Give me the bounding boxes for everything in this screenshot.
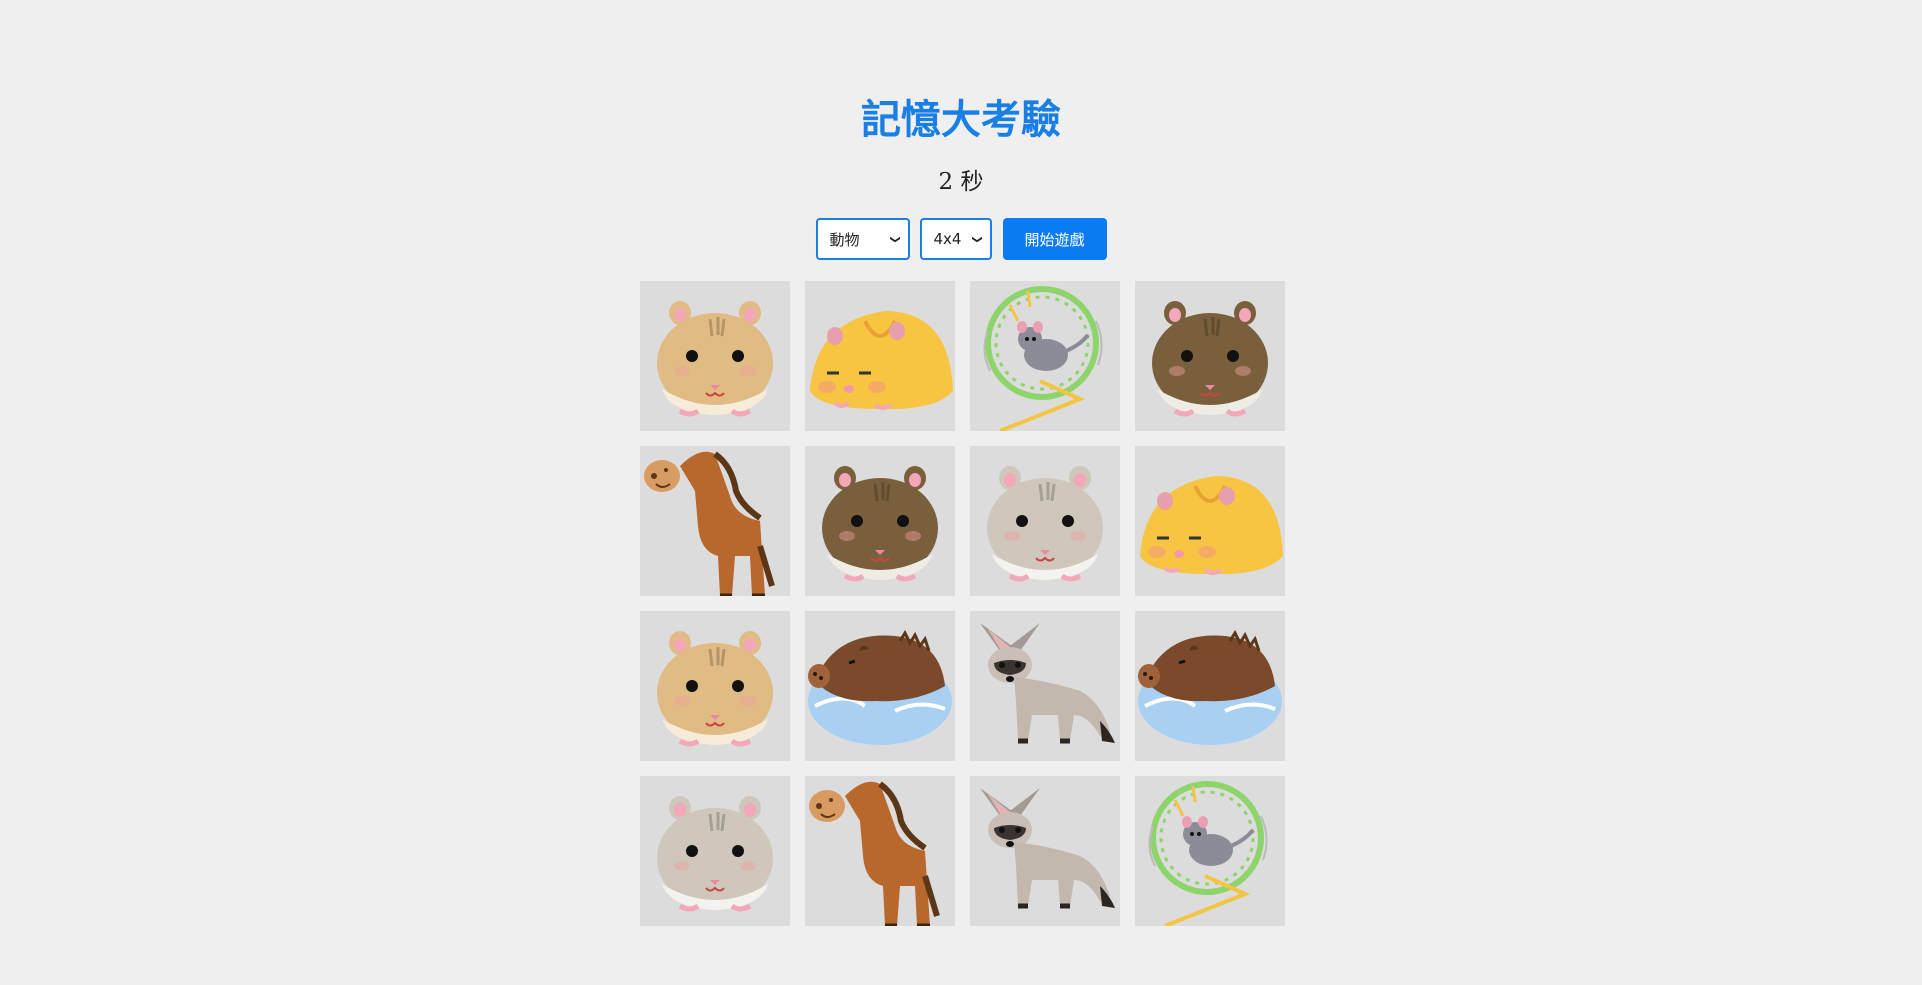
memory-card[interactable] bbox=[970, 446, 1120, 596]
memory-card[interactable] bbox=[640, 281, 790, 431]
memory-card[interactable] bbox=[970, 281, 1120, 431]
memory-card[interactable] bbox=[1135, 446, 1285, 596]
memory-card[interactable] bbox=[805, 776, 955, 926]
memory-card[interactable] bbox=[805, 611, 955, 761]
chevron-down-icon: ❯ bbox=[971, 234, 983, 244]
hamster-gray-icon bbox=[970, 446, 1120, 596]
memory-card[interactable] bbox=[640, 611, 790, 761]
start-game-button[interactable]: 開始遊戲 bbox=[1002, 218, 1107, 260]
grid-size-select[interactable]: 4x4 ❯ bbox=[919, 218, 992, 260]
hamster-wheel-icon bbox=[1135, 776, 1285, 926]
page-title: 記憶大考驗 bbox=[861, 97, 1061, 143]
memory-card[interactable] bbox=[640, 446, 790, 596]
grid-size-select-value: 4x4 bbox=[933, 230, 962, 248]
memory-card[interactable] bbox=[1135, 611, 1285, 761]
hamster-brown-icon bbox=[805, 446, 955, 596]
hamster-yellow-sleeping-icon bbox=[805, 281, 955, 431]
category-select-value: 動物 bbox=[829, 230, 860, 249]
controls-bar: 動物 ❯ 4x4 ❯ 開始遊戲 bbox=[0, 218, 1922, 260]
game-page: 記憶大考驗 2 秒 動物 ❯ 4x4 ❯ 開始遊戲 bbox=[0, 0, 1922, 985]
hamster-gray-icon bbox=[640, 776, 790, 926]
horse-icon bbox=[805, 776, 955, 926]
memory-card[interactable] bbox=[640, 776, 790, 926]
timer-display: 2 秒 bbox=[938, 169, 984, 195]
hamster-yellow-sleeping-icon bbox=[1135, 446, 1285, 596]
memory-card[interactable] bbox=[970, 776, 1120, 926]
category-select[interactable]: 動物 ❯ bbox=[815, 218, 910, 260]
hamster-brown-icon bbox=[1135, 281, 1285, 431]
boar-swimming-icon bbox=[1135, 611, 1285, 761]
card-grid bbox=[640, 281, 1285, 926]
boar-swimming-icon bbox=[805, 611, 955, 761]
chevron-down-icon: ❯ bbox=[889, 234, 901, 244]
hamster-tan-icon bbox=[640, 611, 790, 761]
fox-gray-icon bbox=[970, 776, 1120, 926]
hamster-tan-icon bbox=[640, 281, 790, 431]
fox-gray-icon bbox=[970, 611, 1120, 761]
horse-icon bbox=[640, 446, 790, 596]
memory-card[interactable] bbox=[805, 281, 955, 431]
hamster-wheel-icon bbox=[970, 281, 1120, 431]
memory-card[interactable] bbox=[1135, 776, 1285, 926]
memory-card[interactable] bbox=[970, 611, 1120, 761]
memory-card[interactable] bbox=[1135, 281, 1285, 431]
memory-card[interactable] bbox=[805, 446, 955, 596]
